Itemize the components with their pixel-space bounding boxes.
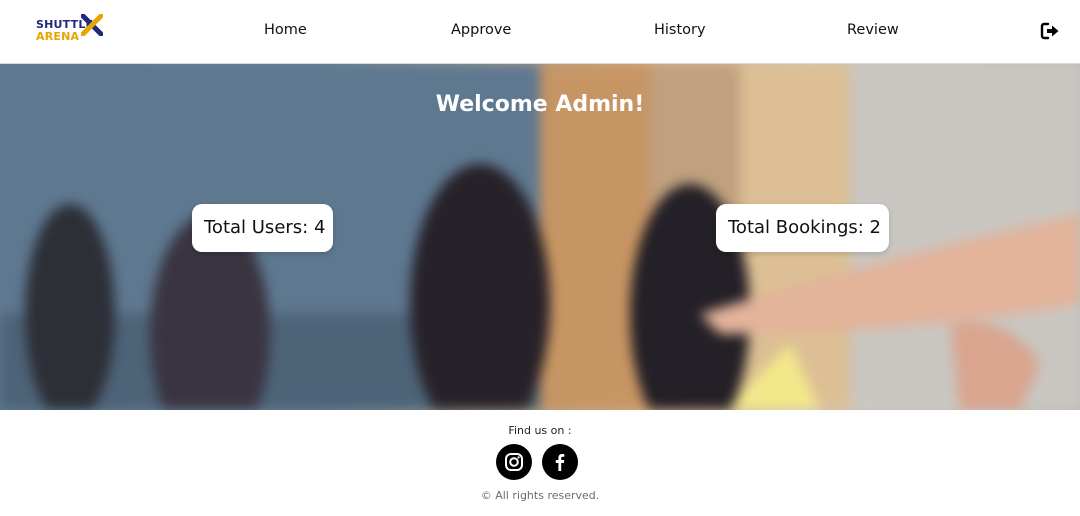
welcome-heading: Welcome Admin! bbox=[435, 92, 645, 117]
hero-banner: Welcome Admin! Total Users: 4 Total Book… bbox=[0, 64, 1080, 410]
nav-history-link[interactable]: History bbox=[654, 22, 706, 38]
facebook-link[interactable] bbox=[542, 444, 578, 480]
nav-approve-link[interactable]: Approve bbox=[451, 22, 511, 38]
instagram-icon bbox=[505, 453, 523, 471]
facebook-icon bbox=[555, 454, 565, 471]
logout-icon[interactable] bbox=[1040, 21, 1060, 41]
logo-x-mark-icon bbox=[81, 14, 103, 36]
nav-review-link[interactable]: Review bbox=[847, 22, 899, 38]
footer: Find us on : © All rights reserved. bbox=[0, 410, 1080, 516]
find-us-label: Find us on : bbox=[508, 424, 572, 437]
nav-home-link[interactable]: Home bbox=[264, 22, 307, 38]
logo-line-2: ARENA bbox=[36, 30, 80, 43]
total-bookings-card: Total Bookings: 2 bbox=[716, 204, 889, 252]
instagram-link[interactable] bbox=[496, 444, 532, 480]
navbar: SHUTTLE ARENA Home Approve History Revie… bbox=[0, 0, 1080, 64]
brand-logo[interactable]: SHUTTLE ARENA bbox=[36, 14, 104, 44]
total-users-card: Total Users: 4 bbox=[192, 204, 333, 252]
copyright-text: © All rights reserved. bbox=[480, 489, 600, 502]
